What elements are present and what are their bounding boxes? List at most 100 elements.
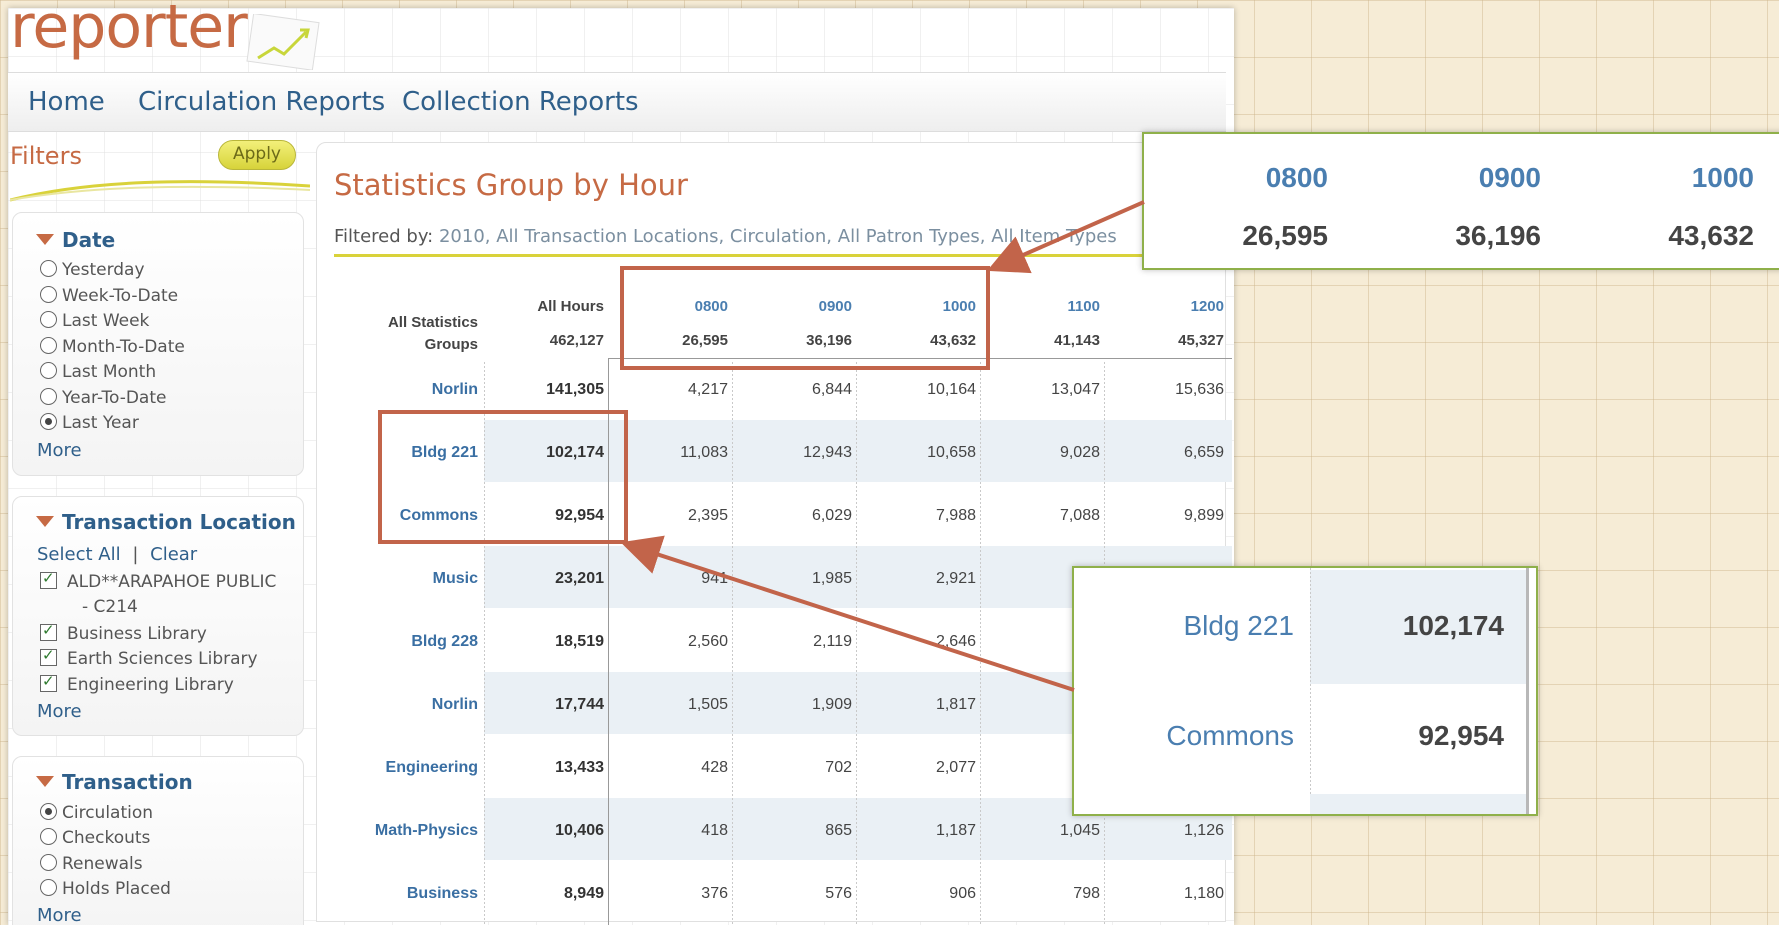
- transaction-option-circulation[interactable]: Circulation: [40, 803, 153, 823]
- date-more-link[interactable]: More: [37, 440, 82, 461]
- table-cell: 4,217: [687, 381, 728, 398]
- select-all-link[interactable]: Select All: [37, 544, 121, 565]
- callout-column-header: 0800: [1265, 162, 1328, 193]
- callout-group-rows: Bldg 221 102,174 Commons 92,954: [1072, 566, 1538, 816]
- table-cell: 1,045: [1059, 822, 1100, 839]
- callout-column-header: 1000: [1691, 162, 1754, 193]
- filters-title: Filters: [10, 142, 82, 170]
- row-label-link[interactable]: Math-Physics: [348, 822, 478, 840]
- table-cell: 428: [701, 759, 728, 776]
- table-cell: 865: [825, 822, 852, 839]
- checkbox-checked-icon[interactable]: [40, 621, 57, 641]
- option-label: Holds Placed: [62, 879, 171, 899]
- date-option-month-to-date[interactable]: Month-To-Date: [40, 337, 185, 357]
- apply-button[interactable]: Apply: [218, 140, 296, 170]
- table-cell: 10,164: [927, 381, 976, 398]
- option-label: Checkouts: [62, 828, 151, 848]
- row-label-link[interactable]: Norlin: [348, 696, 478, 714]
- nav-circulation-reports[interactable]: Circulation Reports: [138, 87, 385, 117]
- table-cell: 6,844: [811, 381, 852, 398]
- title-underline: [334, 254, 1234, 257]
- date-filter-title-text: Date: [62, 228, 116, 252]
- location-item-business[interactable]: Business Library: [40, 621, 207, 644]
- table-cell: 1,909: [811, 696, 852, 713]
- date-option-yesterday[interactable]: Yesterday: [40, 260, 145, 280]
- location-more-link[interactable]: More: [37, 701, 82, 722]
- nav-home[interactable]: Home: [28, 87, 105, 117]
- table-cell: 1,187: [935, 822, 976, 839]
- table-cell: 8,949: [563, 885, 604, 902]
- location-select-controls: Select All | Clear: [37, 544, 197, 565]
- transaction-option-renewals[interactable]: Renewals: [40, 854, 143, 874]
- column-header-all-hours: All Hours: [537, 298, 604, 315]
- clear-link[interactable]: Clear: [150, 544, 197, 565]
- callout-row-value: 102,174: [1402, 610, 1504, 641]
- table-cell: 2,921: [935, 570, 976, 587]
- option-label: Last Week: [62, 311, 150, 331]
- radio-icon[interactable]: [40, 388, 57, 405]
- date-option-last-year[interactable]: Last Year: [40, 413, 139, 433]
- table-cell: 9,028: [1059, 444, 1100, 461]
- radio-selected-icon[interactable]: [40, 803, 57, 820]
- table-cell: 17,744: [555, 696, 604, 713]
- option-label: Week-To-Date: [62, 286, 179, 306]
- checkbox-checked-icon[interactable]: [40, 672, 57, 692]
- filters-swoosh-decoration: [10, 180, 310, 202]
- radio-selected-icon[interactable]: [40, 413, 57, 430]
- radio-icon[interactable]: [40, 879, 57, 896]
- transaction-option-holds-placed[interactable]: Holds Placed: [40, 879, 171, 899]
- callout-right-edge: [1526, 568, 1529, 814]
- table-cell: 13,433: [555, 759, 604, 776]
- option-label: Yesterday: [62, 260, 145, 280]
- table-cell: 6,659: [1183, 444, 1224, 461]
- transaction-more-link[interactable]: More: [37, 905, 82, 925]
- radio-icon[interactable]: [40, 362, 57, 379]
- radio-icon[interactable]: [40, 828, 57, 845]
- radio-icon[interactable]: [40, 854, 57, 871]
- transaction-option-checkouts[interactable]: Checkouts: [40, 828, 150, 848]
- option-label: ALD**ARAPAHOE PUBLIC: [67, 572, 277, 592]
- radio-icon[interactable]: [40, 311, 57, 328]
- radio-icon[interactable]: [40, 337, 57, 354]
- table-cell: 9,899: [1183, 507, 1224, 524]
- reporter-logo[interactable]: reporter: [10, 0, 248, 62]
- callout-column-value: 43,632: [1668, 220, 1754, 251]
- table-cell: 1,180: [1183, 885, 1224, 902]
- table-cell: 906: [949, 885, 976, 902]
- group-column-header: Groups: [424, 336, 478, 353]
- row-label-link[interactable]: Business: [348, 885, 478, 903]
- location-item-engineering[interactable]: Engineering Library: [40, 672, 234, 695]
- radio-icon[interactable]: [40, 260, 57, 277]
- date-option-last-month[interactable]: Last Month: [40, 362, 156, 382]
- callout-column-header: 0900: [1478, 162, 1541, 193]
- option-label: Last Month: [62, 362, 157, 382]
- date-option-last-week[interactable]: Last Week: [40, 311, 149, 331]
- nav-collection-reports[interactable]: Collection Reports: [402, 87, 639, 117]
- transaction-title[interactable]: Transaction: [36, 770, 193, 794]
- table-cell: 10,658: [927, 444, 976, 461]
- location-item-arapahoe[interactable]: ALD**ARAPAHOE PUBLIC: [40, 569, 277, 592]
- table-cell: 141,305: [546, 381, 604, 398]
- row-label-link[interactable]: Bldg 228: [348, 633, 478, 651]
- checkbox-checked-icon[interactable]: [40, 646, 57, 666]
- column-header-1100[interactable]: 1100: [990, 298, 1100, 315]
- transaction-location-title[interactable]: Transaction Location: [36, 510, 296, 534]
- table-cell: 2,119: [813, 633, 852, 650]
- date-filter-title[interactable]: Date: [36, 228, 115, 252]
- row-label-link[interactable]: Music: [348, 570, 478, 588]
- date-option-week-to-date[interactable]: Week-To-Date: [40, 286, 178, 306]
- date-option-year-to-date[interactable]: Year-To-Date: [40, 388, 166, 408]
- table-cell: 7,088: [1059, 507, 1100, 524]
- option-label: Month-To-Date: [62, 337, 185, 357]
- table-cell: 11,083: [680, 444, 728, 461]
- location-item-arapahoe-sub: - C214: [82, 597, 138, 617]
- collapse-triangle-icon: [36, 776, 54, 787]
- radio-icon[interactable]: [40, 286, 57, 303]
- table-cell: 6,029: [811, 507, 852, 524]
- row-label-link[interactable]: Engineering: [348, 759, 478, 777]
- checkbox-checked-icon[interactable]: [40, 569, 57, 589]
- highlight-box-hour-columns: [620, 266, 990, 370]
- location-item-earth-sciences[interactable]: Earth Sciences Library: [40, 646, 258, 669]
- column-header-1200[interactable]: 1200: [1114, 298, 1224, 315]
- row-label-link[interactable]: Norlin: [348, 381, 478, 399]
